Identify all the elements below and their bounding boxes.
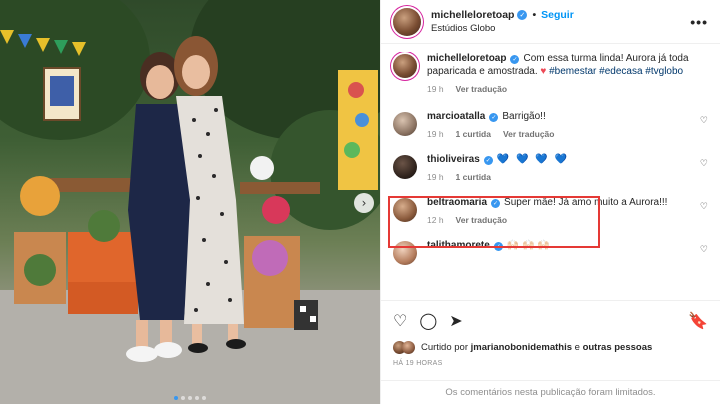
carousel-dot xyxy=(195,396,199,400)
like-comment-heart-icon[interactable]: ♡ xyxy=(700,116,708,126)
caption-avatar[interactable] xyxy=(393,54,417,78)
verified-icon: ✓ xyxy=(493,242,503,251)
caption-time: 19 h xyxy=(427,84,444,94)
post-header: michelleloretoap ✓ • Seguir Estúdios Glo… xyxy=(381,0,720,44)
liked-by-text: Curtido por jmarianobonidemathis e outra… xyxy=(421,342,652,353)
comment-body: beltraomaria ✓ Super mãe! Já amo muito a A… xyxy=(427,196,708,225)
comment-body: marcioatalla ✓ Barrigão!! 19 h 1 curtida V… xyxy=(427,110,708,139)
comment-time: 12 h xyxy=(427,215,444,225)
post-photo[interactable]: › xyxy=(0,0,380,404)
post-side-panel: michelleloretoap ✓ • Seguir Estúdios Glo… xyxy=(380,0,720,404)
comment-time: 19 h xyxy=(427,129,444,139)
photo-scene xyxy=(0,0,380,404)
liked-by-middle: e xyxy=(574,342,580,353)
verified-icon: ✓ xyxy=(517,10,528,20)
commenter-username[interactable]: marcioatalla xyxy=(427,111,485,122)
comment-likes[interactable]: 1 curtida xyxy=(456,172,491,182)
post-actions-bar: ♡ ◯ ➤ 🔖 Curtido por jmarianobonidemathis… xyxy=(381,300,720,367)
comment-text: beltraomaria ✓ Super mãe! Já amo muito a A… xyxy=(427,196,692,209)
caption-translate-link[interactable]: Ver tradução xyxy=(456,84,508,94)
liked-by-others-link[interactable]: outras pessoas xyxy=(583,342,653,353)
commenter-username[interactable]: talithamorete xyxy=(427,240,490,251)
comment-meta: 19 h 1 curtida xyxy=(427,172,692,182)
like-comment-heart-icon[interactable]: ♡ xyxy=(700,159,708,169)
caption-hashtags[interactable]: #bemestar #edecasa #tvglobo xyxy=(549,66,683,77)
caption-body: michelleloretoap ✓ Com essa turma linda! A… xyxy=(427,52,708,94)
verified-icon: ✓ xyxy=(483,156,493,165)
comment-text: marcioatalla ✓ Barrigão!! xyxy=(427,110,692,123)
comment-bubble-icon[interactable]: ◯ xyxy=(419,311,437,330)
like-heart-icon[interactable]: ♡ xyxy=(393,311,407,330)
comment-message: 🙌🏻 🙌🏻 🙌🏻 xyxy=(506,240,550,251)
liked-by-user[interactable]: jmarianobonidemathis xyxy=(471,342,572,353)
carousel-dot xyxy=(202,396,206,400)
follow-button[interactable]: Seguir xyxy=(541,9,574,21)
carousel-dots xyxy=(0,396,380,400)
commenter-avatar[interactable] xyxy=(393,112,417,136)
next-photo-button[interactable]: › xyxy=(354,193,374,213)
liked-by-prefix: Curtido por xyxy=(421,342,468,353)
commenter-avatar[interactable] xyxy=(393,198,417,222)
comment-meta: 12 h Ver tradução xyxy=(427,215,692,225)
bookmark-icon[interactable]: 🔖 xyxy=(688,311,708,330)
action-icons: ♡ ◯ ➤ 🔖 xyxy=(393,307,708,333)
comment-body: thioliveiras ✓ 💙 💙 💙 💙 19 h 1 curtida xyxy=(427,153,708,182)
post-header-line: michelleloretoap ✓ • Seguir xyxy=(431,9,690,21)
comments-list[interactable]: michelleloretoap ✓ Com essa turma linda! A… xyxy=(381,52,720,300)
comment-item: talithamorete ✓ 🙌🏻 🙌🏻 🙌🏻 ♡ xyxy=(393,239,708,265)
caption-meta: 19 h Ver tradução xyxy=(427,84,692,94)
like-comment-heart-icon[interactable]: ♡ xyxy=(700,245,708,255)
caption-text: michelleloretoap ✓ Com essa turma linda! A… xyxy=(427,52,692,78)
comment-likes[interactable]: 1 curtida xyxy=(456,129,491,139)
like-comment-heart-icon[interactable]: ♡ xyxy=(700,202,708,212)
more-options-icon[interactable]: ••• xyxy=(690,14,708,30)
comments-limited-notice: Os comentários nesta publicação foram li… xyxy=(381,380,720,404)
post-location[interactable]: Estúdios Globo xyxy=(431,23,690,34)
carousel-dot xyxy=(174,396,178,400)
share-paper-plane-icon[interactable]: ➤ xyxy=(449,311,462,330)
post-header-text: michelleloretoap ✓ • Seguir Estúdios Glo… xyxy=(431,9,690,34)
post-caption: michelleloretoap ✓ Com essa turma linda! A… xyxy=(393,52,708,94)
comment-text: thioliveiras ✓ 💙 💙 💙 💙 xyxy=(427,153,692,166)
liked-by-row: Curtido por jmarianobonidemathis e outra… xyxy=(393,341,708,354)
liker-avatar[interactable] xyxy=(402,341,415,354)
commenter-avatar[interactable] xyxy=(393,241,417,265)
red-heart-emoji: ♥ xyxy=(540,66,547,77)
commenter-username[interactable]: beltraomaria xyxy=(427,197,487,208)
comment-text: talithamorete ✓ 🙌🏻 🙌🏻 🙌🏻 xyxy=(427,239,692,252)
author-username[interactable]: michelleloretoap xyxy=(431,9,514,21)
verified-icon: ✓ xyxy=(510,55,520,64)
commenter-avatar[interactable] xyxy=(393,155,417,179)
carousel-dot xyxy=(181,396,185,400)
chevron-right-icon: › xyxy=(361,196,367,210)
comment-item: thioliveiras ✓ 💙 💙 💙 💙 19 h 1 curtida ♡ xyxy=(393,153,708,182)
verified-icon: ✓ xyxy=(489,113,499,122)
comment-translate-link[interactable]: Ver tradução xyxy=(503,129,555,139)
carousel-dot xyxy=(188,396,192,400)
comment-body: talithamorete ✓ 🙌🏻 🙌🏻 🙌🏻 xyxy=(427,239,708,265)
comment-item: beltraomaria ✓ Super mãe! Já amo muito a A… xyxy=(393,196,708,225)
comment-message: Barrigão!! xyxy=(502,111,546,122)
comment-translate-link[interactable]: Ver tradução xyxy=(456,215,508,225)
comment-time: 19 h xyxy=(427,172,444,182)
comment-item: marcioatalla ✓ Barrigão!! 19 h 1 curtida V… xyxy=(393,110,708,139)
comment-message: 💙 💙 💙 💙 xyxy=(496,154,569,165)
comment-meta: 19 h 1 curtida Ver tradução xyxy=(427,129,692,139)
comment-message: Super mãe! Já amo muito a Aurora!!! xyxy=(504,197,668,208)
separator: • xyxy=(532,9,537,21)
verified-icon: ✓ xyxy=(491,199,501,208)
commenter-username[interactable]: thioliveiras xyxy=(427,154,480,165)
post-time-ago: HÁ 19 HORAS xyxy=(393,360,443,367)
caption-username[interactable]: michelleloretoap xyxy=(427,53,506,64)
author-avatar[interactable] xyxy=(393,7,421,36)
